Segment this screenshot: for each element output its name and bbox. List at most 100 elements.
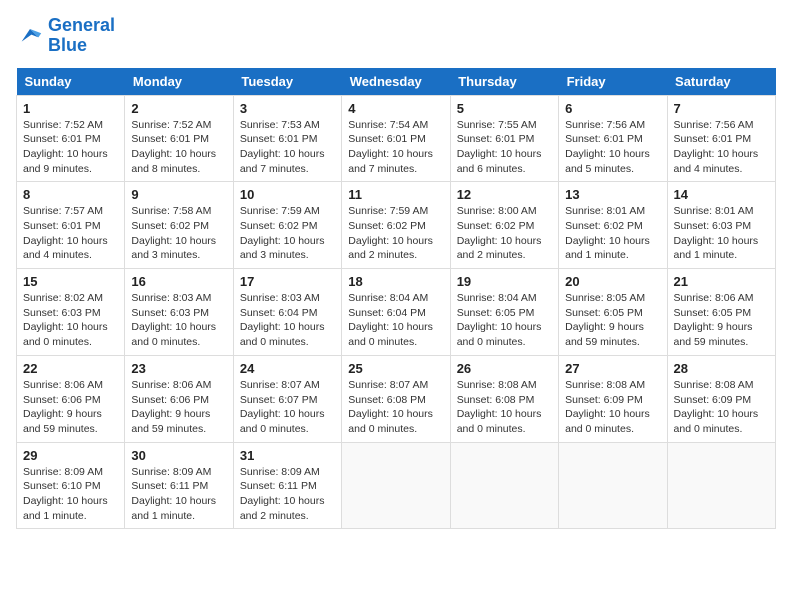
calendar-week-row: 8Sunrise: 7:57 AMSunset: 6:01 PMDaylight…	[17, 182, 776, 269]
calendar-cell: 28Sunrise: 8:08 AMSunset: 6:09 PMDayligh…	[667, 355, 775, 442]
day-number: 12	[457, 187, 552, 202]
day-info: Sunrise: 8:05 AMSunset: 6:05 PMDaylight:…	[565, 291, 660, 350]
calendar-cell: 30 Sunrise: 8:09 AMSunset: 6:11 PMDayligh…	[125, 442, 233, 529]
day-info: Sunrise: 8:04 AMSunset: 6:04 PMDaylight:…	[348, 291, 443, 350]
day-number: 15	[23, 274, 118, 289]
day-number: 17	[240, 274, 335, 289]
calendar-header-wednesday: Wednesday	[342, 68, 450, 96]
calendar-header-thursday: Thursday	[450, 68, 558, 96]
day-info: Sunrise: 7:54 AMSunset: 6:01 PMDaylight:…	[348, 118, 443, 177]
calendar-cell: 19 Sunrise: 8:04 AMSunset: 6:05 PMDayligh…	[450, 269, 558, 356]
calendar-cell: 24 Sunrise: 8:07 AMSunset: 6:07 PMDayligh…	[233, 355, 341, 442]
day-number: 18	[348, 274, 443, 289]
day-info: Sunrise: 8:08 AMSunset: 6:08 PMDaylight:…	[457, 378, 552, 437]
calendar-cell: 12 Sunrise: 8:00 AMSunset: 6:02 PMDayligh…	[450, 182, 558, 269]
day-number: 6	[565, 101, 660, 116]
day-info: Sunrise: 7:52 AMSunset: 6:01 PMDaylight:…	[23, 118, 118, 177]
day-info: Sunrise: 8:00 AMSunset: 6:02 PMDaylight:…	[457, 204, 552, 263]
day-number: 28	[674, 361, 769, 376]
calendar-cell: 26 Sunrise: 8:08 AMSunset: 6:08 PMDayligh…	[450, 355, 558, 442]
calendar-header-saturday: Saturday	[667, 68, 775, 96]
day-info: Sunrise: 8:07 AMSunset: 6:07 PMDaylight:…	[240, 378, 335, 437]
calendar-cell: 14 Sunrise: 8:01 AMSunset: 6:03 PMDayligh…	[667, 182, 775, 269]
calendar-cell	[559, 442, 667, 529]
calendar-cell: 23Sunrise: 8:06 AMSunset: 6:06 PMDayligh…	[125, 355, 233, 442]
day-number: 27	[565, 361, 660, 376]
calendar-cell: 25 Sunrise: 8:07 AMSunset: 6:08 PMDayligh…	[342, 355, 450, 442]
day-number: 22	[23, 361, 118, 376]
calendar-cell: 3 Sunrise: 7:53 AMSunset: 6:01 PMDaylight…	[233, 95, 341, 182]
day-info: Sunrise: 8:04 AMSunset: 6:05 PMDaylight:…	[457, 291, 552, 350]
day-info: Sunrise: 7:59 AMSunset: 6:02 PMDaylight:…	[348, 204, 443, 263]
calendar-cell: 31 Sunrise: 8:09 AMSunset: 6:11 PMDayligh…	[233, 442, 341, 529]
calendar-header-friday: Friday	[559, 68, 667, 96]
calendar-cell: 15 Sunrise: 8:02 AMSunset: 6:03 PMDayligh…	[17, 269, 125, 356]
day-info: Sunrise: 7:52 AMSunset: 6:01 PMDaylight:…	[131, 118, 226, 177]
calendar-week-row: 15 Sunrise: 8:02 AMSunset: 6:03 PMDayligh…	[17, 269, 776, 356]
calendar-header-tuesday: Tuesday	[233, 68, 341, 96]
calendar-cell: 11 Sunrise: 7:59 AMSunset: 6:02 PMDayligh…	[342, 182, 450, 269]
calendar-cell: 22Sunrise: 8:06 AMSunset: 6:06 PMDayligh…	[17, 355, 125, 442]
day-info: Sunrise: 7:58 AMSunset: 6:02 PMDaylight:…	[131, 204, 226, 263]
day-number: 2	[131, 101, 226, 116]
calendar-cell: 13 Sunrise: 8:01 AMSunset: 6:02 PMDayligh…	[559, 182, 667, 269]
day-info: Sunrise: 8:03 AMSunset: 6:04 PMDaylight:…	[240, 291, 335, 350]
calendar-header-monday: Monday	[125, 68, 233, 96]
day-number: 16	[131, 274, 226, 289]
day-info: Sunrise: 7:55 AMSunset: 6:01 PMDaylight:…	[457, 118, 552, 177]
day-info: Sunrise: 8:09 AMSunset: 6:10 PMDaylight:…	[23, 465, 118, 524]
calendar-week-row: 1Sunrise: 7:52 AMSunset: 6:01 PMDaylight…	[17, 95, 776, 182]
calendar-cell: 1Sunrise: 7:52 AMSunset: 6:01 PMDaylight…	[17, 95, 125, 182]
day-info: Sunrise: 8:02 AMSunset: 6:03 PMDaylight:…	[23, 291, 118, 350]
calendar-cell: 21 Sunrise: 8:06 AMSunset: 6:05 PMDayligh…	[667, 269, 775, 356]
day-info: Sunrise: 7:56 AMSunset: 6:01 PMDaylight:…	[674, 118, 769, 177]
day-info: Sunrise: 8:03 AMSunset: 6:03 PMDaylight:…	[131, 291, 226, 350]
day-number: 25	[348, 361, 443, 376]
day-info: Sunrise: 8:06 AMSunset: 6:06 PMDaylight:…	[131, 378, 226, 437]
day-info: Sunrise: 8:09 AMSunset: 6:11 PMDaylight:…	[240, 465, 335, 524]
day-number: 29	[23, 448, 118, 463]
calendar-cell: 27 Sunrise: 8:08 AMSunset: 6:09 PMDayligh…	[559, 355, 667, 442]
day-number: 7	[674, 101, 769, 116]
calendar-cell: 8Sunrise: 7:57 AMSunset: 6:01 PMDaylight…	[17, 182, 125, 269]
day-info: Sunrise: 7:53 AMSunset: 6:01 PMDaylight:…	[240, 118, 335, 177]
day-number: 9	[131, 187, 226, 202]
calendar-header-row: SundayMondayTuesdayWednesdayThursdayFrid…	[17, 68, 776, 96]
day-info: Sunrise: 7:57 AMSunset: 6:01 PMDaylight:…	[23, 204, 118, 263]
day-number: 26	[457, 361, 552, 376]
day-number: 10	[240, 187, 335, 202]
day-number: 5	[457, 101, 552, 116]
day-number: 19	[457, 274, 552, 289]
day-number: 11	[348, 187, 443, 202]
calendar-cell: 9 Sunrise: 7:58 AMSunset: 6:02 PMDaylight…	[125, 182, 233, 269]
day-number: 3	[240, 101, 335, 116]
calendar-cell: 5 Sunrise: 7:55 AMSunset: 6:01 PMDaylight…	[450, 95, 558, 182]
logo-text: General Blue	[48, 16, 115, 56]
calendar-header-sunday: Sunday	[17, 68, 125, 96]
calendar-cell	[667, 442, 775, 529]
day-number: 24	[240, 361, 335, 376]
day-info: Sunrise: 8:08 AMSunset: 6:09 PMDaylight:…	[565, 378, 660, 437]
day-info: Sunrise: 8:09 AMSunset: 6:11 PMDaylight:…	[131, 465, 226, 524]
day-info: Sunrise: 7:56 AMSunset: 6:01 PMDaylight:…	[565, 118, 660, 177]
calendar-cell: 7 Sunrise: 7:56 AMSunset: 6:01 PMDaylight…	[667, 95, 775, 182]
day-number: 21	[674, 274, 769, 289]
day-info: Sunrise: 7:59 AMSunset: 6:02 PMDaylight:…	[240, 204, 335, 263]
calendar-cell	[342, 442, 450, 529]
day-number: 30	[131, 448, 226, 463]
day-number: 13	[565, 187, 660, 202]
logo-icon	[16, 22, 44, 50]
day-info: Sunrise: 8:07 AMSunset: 6:08 PMDaylight:…	[348, 378, 443, 437]
calendar-cell: 29 Sunrise: 8:09 AMSunset: 6:10 PMDayligh…	[17, 442, 125, 529]
day-info: Sunrise: 8:01 AMSunset: 6:03 PMDaylight:…	[674, 204, 769, 263]
day-info: Sunrise: 8:06 AMSunset: 6:05 PMDaylight:…	[674, 291, 769, 350]
calendar-table: SundayMondayTuesdayWednesdayThursdayFrid…	[16, 68, 776, 530]
day-info: Sunrise: 8:01 AMSunset: 6:02 PMDaylight:…	[565, 204, 660, 263]
calendar-week-row: 29 Sunrise: 8:09 AMSunset: 6:10 PMDayligh…	[17, 442, 776, 529]
calendar-cell: 2 Sunrise: 7:52 AMSunset: 6:01 PMDaylight…	[125, 95, 233, 182]
day-number: 20	[565, 274, 660, 289]
day-number: 14	[674, 187, 769, 202]
calendar-cell: 20 Sunrise: 8:05 AMSunset: 6:05 PMDayligh…	[559, 269, 667, 356]
day-number: 31	[240, 448, 335, 463]
calendar-cell: 18 Sunrise: 8:04 AMSunset: 6:04 PMDayligh…	[342, 269, 450, 356]
